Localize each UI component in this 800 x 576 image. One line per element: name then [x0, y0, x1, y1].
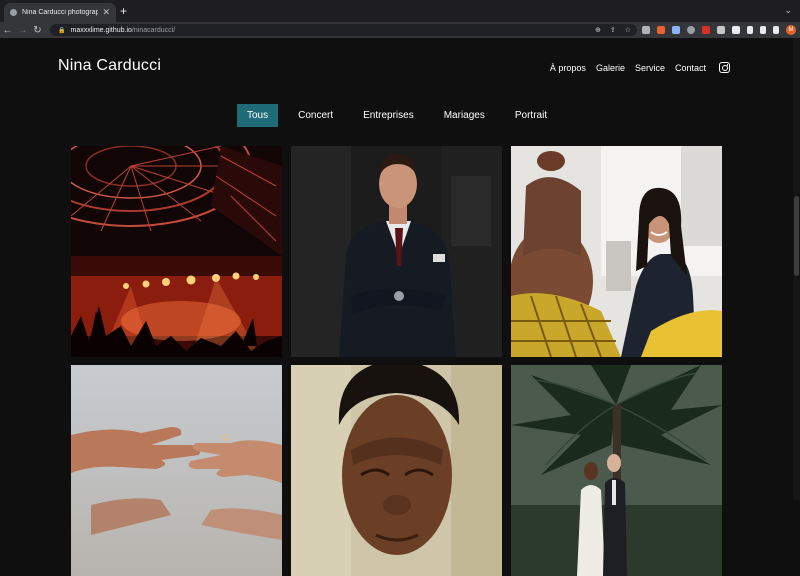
- site-nav: À propos Galerie Service Contact: [550, 62, 730, 73]
- nav-link-service[interactable]: Service: [635, 63, 665, 73]
- address-bar[interactable]: 🔒 maxxxlime.github.io/ninacarducci/ ⊕ ⇪ …: [50, 24, 637, 36]
- nav-link-a-propos[interactable]: À propos: [550, 63, 586, 73]
- zoom-icon[interactable]: ⊕: [595, 26, 601, 34]
- forward-icon[interactable]: →: [15, 25, 30, 36]
- gallery-image-wedding-couple[interactable]: [511, 365, 722, 576]
- reading-list-icon[interactable]: [747, 26, 753, 34]
- extension-1-icon[interactable]: [642, 26, 650, 34]
- extension-3-icon[interactable]: [672, 26, 680, 34]
- gallery-image-office-meeting[interactable]: [511, 146, 722, 357]
- download-icon[interactable]: [760, 26, 766, 34]
- back-icon[interactable]: ←: [0, 25, 15, 36]
- gallery-image-portrait[interactable]: [291, 365, 502, 576]
- extension-4-icon[interactable]: [687, 26, 695, 34]
- url-path: /ninacarducci/: [131, 26, 176, 34]
- scrollbar-thumb[interactable]: [794, 196, 799, 276]
- nav-link-galerie[interactable]: Galerie: [596, 63, 625, 73]
- browser-tab[interactable]: Nina Carducci photographe b ✕: [4, 3, 116, 22]
- reload-icon[interactable]: ↻: [30, 25, 45, 36]
- extension-2-icon[interactable]: [657, 26, 665, 34]
- profile-avatar[interactable]: M: [786, 25, 796, 35]
- filter-tous[interactable]: Tous: [237, 104, 279, 127]
- browser-tab-bar: Nina Carducci photographe b ✕ + ⌄: [0, 0, 800, 22]
- gallery-filters: Tous Concert Entreprises Mariages Portra…: [237, 104, 557, 127]
- side-panel-icon[interactable]: [773, 26, 779, 34]
- page-content: Nina Carducci À propos Galerie Service C…: [0, 38, 793, 576]
- bookmark-star-icon[interactable]: ☆: [625, 26, 631, 34]
- share-icon[interactable]: ⇪: [610, 26, 616, 34]
- tab-favicon-icon: [10, 9, 17, 16]
- url-host: maxxxlime.github.io: [70, 26, 132, 34]
- filter-portrait[interactable]: Portrait: [505, 104, 557, 127]
- extensions-area: M ⋮: [642, 24, 800, 36]
- extensions-puzzle-icon[interactable]: [732, 26, 740, 34]
- gallery-image-hands[interactable]: [71, 365, 282, 576]
- lock-icon: 🔒: [58, 27, 66, 34]
- filter-mariages[interactable]: Mariages: [434, 104, 495, 127]
- browser-toolbar: ← → ↻ 🔒 maxxxlime.github.io/ninacarducci…: [0, 22, 800, 38]
- site-brand[interactable]: Nina Carducci: [58, 57, 161, 75]
- instagram-icon[interactable]: [719, 62, 730, 73]
- tab-title: Nina Carducci photographe b: [22, 9, 99, 16]
- filter-entreprises[interactable]: Entreprises: [353, 104, 424, 127]
- extension-6-icon[interactable]: [717, 26, 725, 34]
- filter-concert[interactable]: Concert: [288, 104, 343, 127]
- new-tab-button[interactable]: +: [120, 4, 127, 18]
- tab-search-icon[interactable]: ⌄: [784, 5, 792, 16]
- gallery-image-concert[interactable]: [71, 146, 282, 357]
- nav-link-contact[interactable]: Contact: [675, 63, 706, 73]
- extension-5-icon[interactable]: [702, 26, 710, 34]
- gallery-image-businessman[interactable]: [291, 146, 502, 357]
- close-tab-icon[interactable]: ✕: [102, 7, 110, 18]
